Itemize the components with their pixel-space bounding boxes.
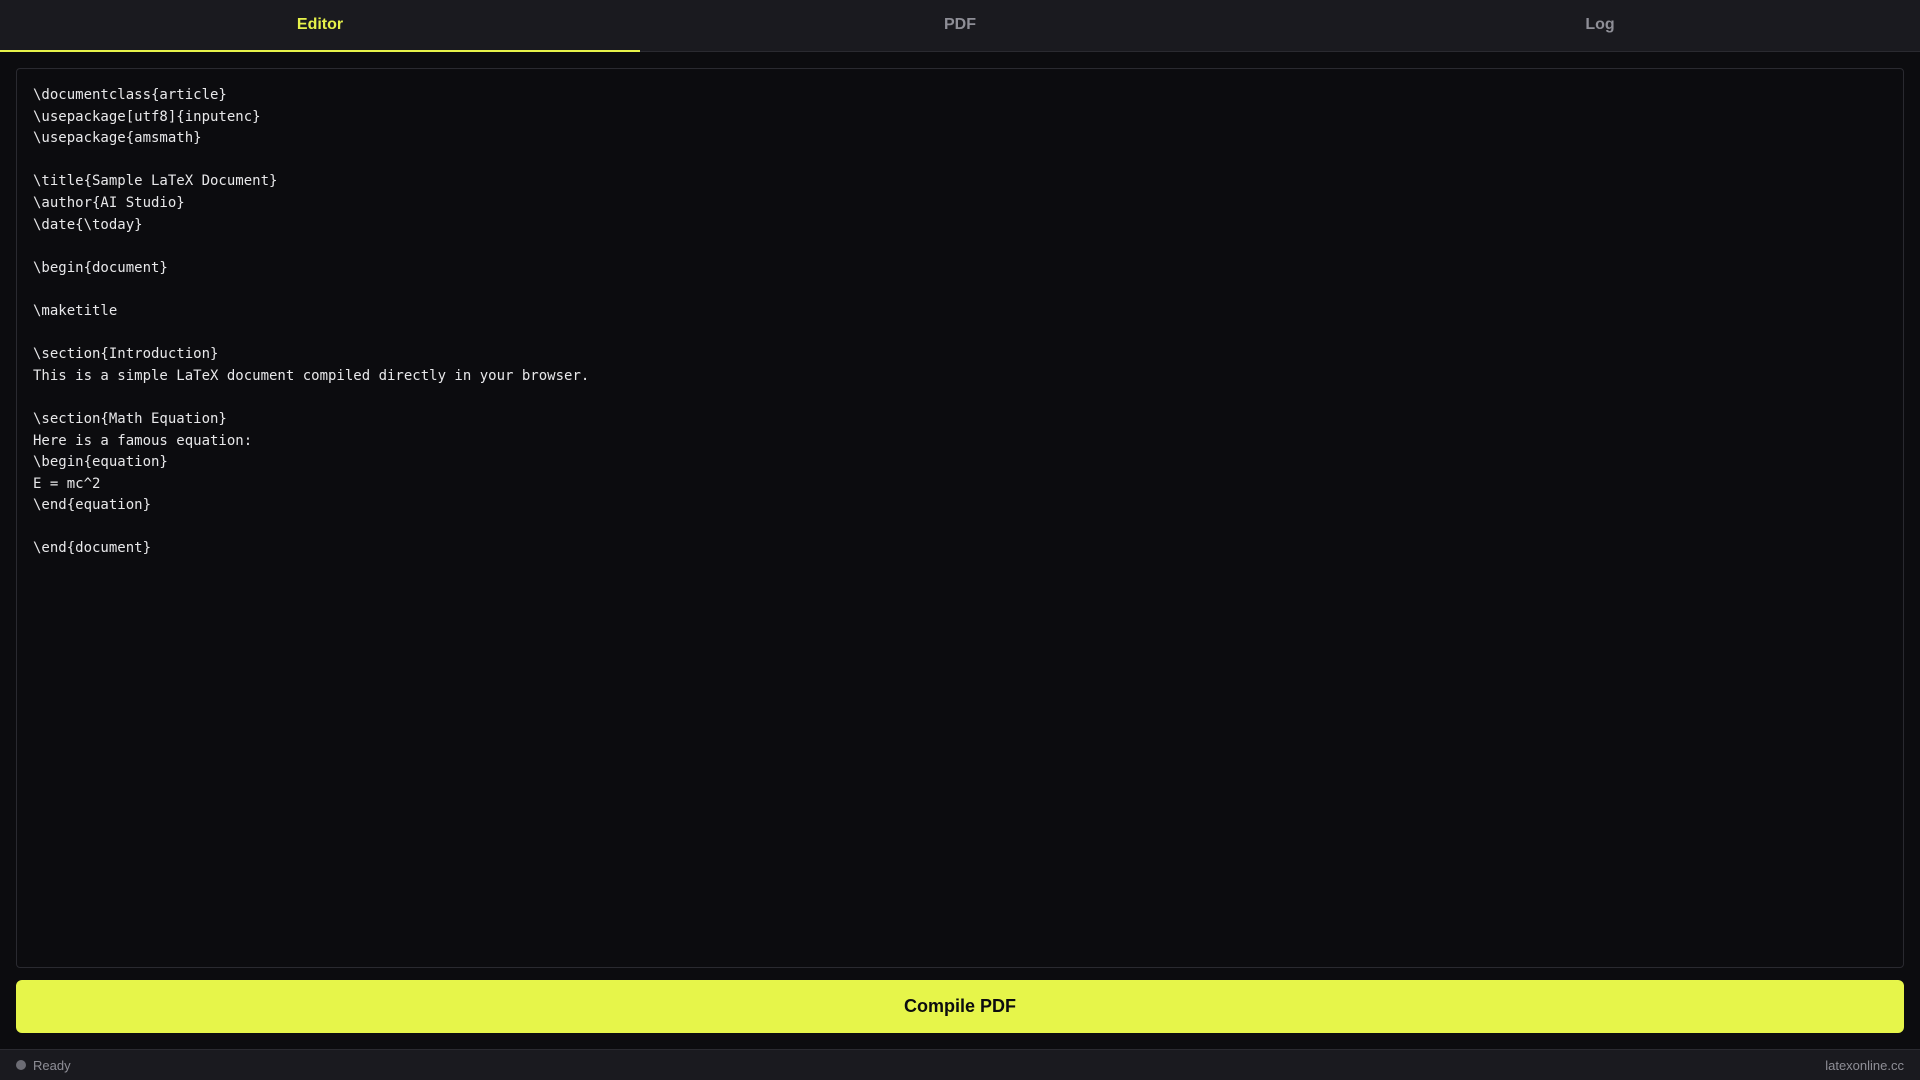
status-bar: Ready latexonline.cc [0, 1049, 1920, 1080]
latex-editor[interactable]: \documentclass{article} \usepackage[utf8… [16, 68, 1904, 968]
editor-container: \documentclass{article} \usepackage[utf8… [0, 52, 1920, 968]
status-text: Ready [33, 1057, 71, 1073]
status-dot-icon [16, 1060, 26, 1070]
compile-pdf-button[interactable]: Compile PDF [16, 980, 1904, 1033]
tab-editor[interactable]: Editor [0, 0, 640, 52]
tab-pdf[interactable]: PDF [640, 0, 1280, 51]
tab-bar: Editor PDF Log [0, 0, 1920, 52]
site-label: latexonline.cc [1825, 1057, 1904, 1073]
status-indicator: Ready [16, 1058, 71, 1073]
app-root: Editor PDF Log \documentclass{article} \… [0, 0, 1920, 1080]
tab-log[interactable]: Log [1280, 0, 1920, 51]
compile-container: Compile PDF [0, 968, 1920, 1049]
